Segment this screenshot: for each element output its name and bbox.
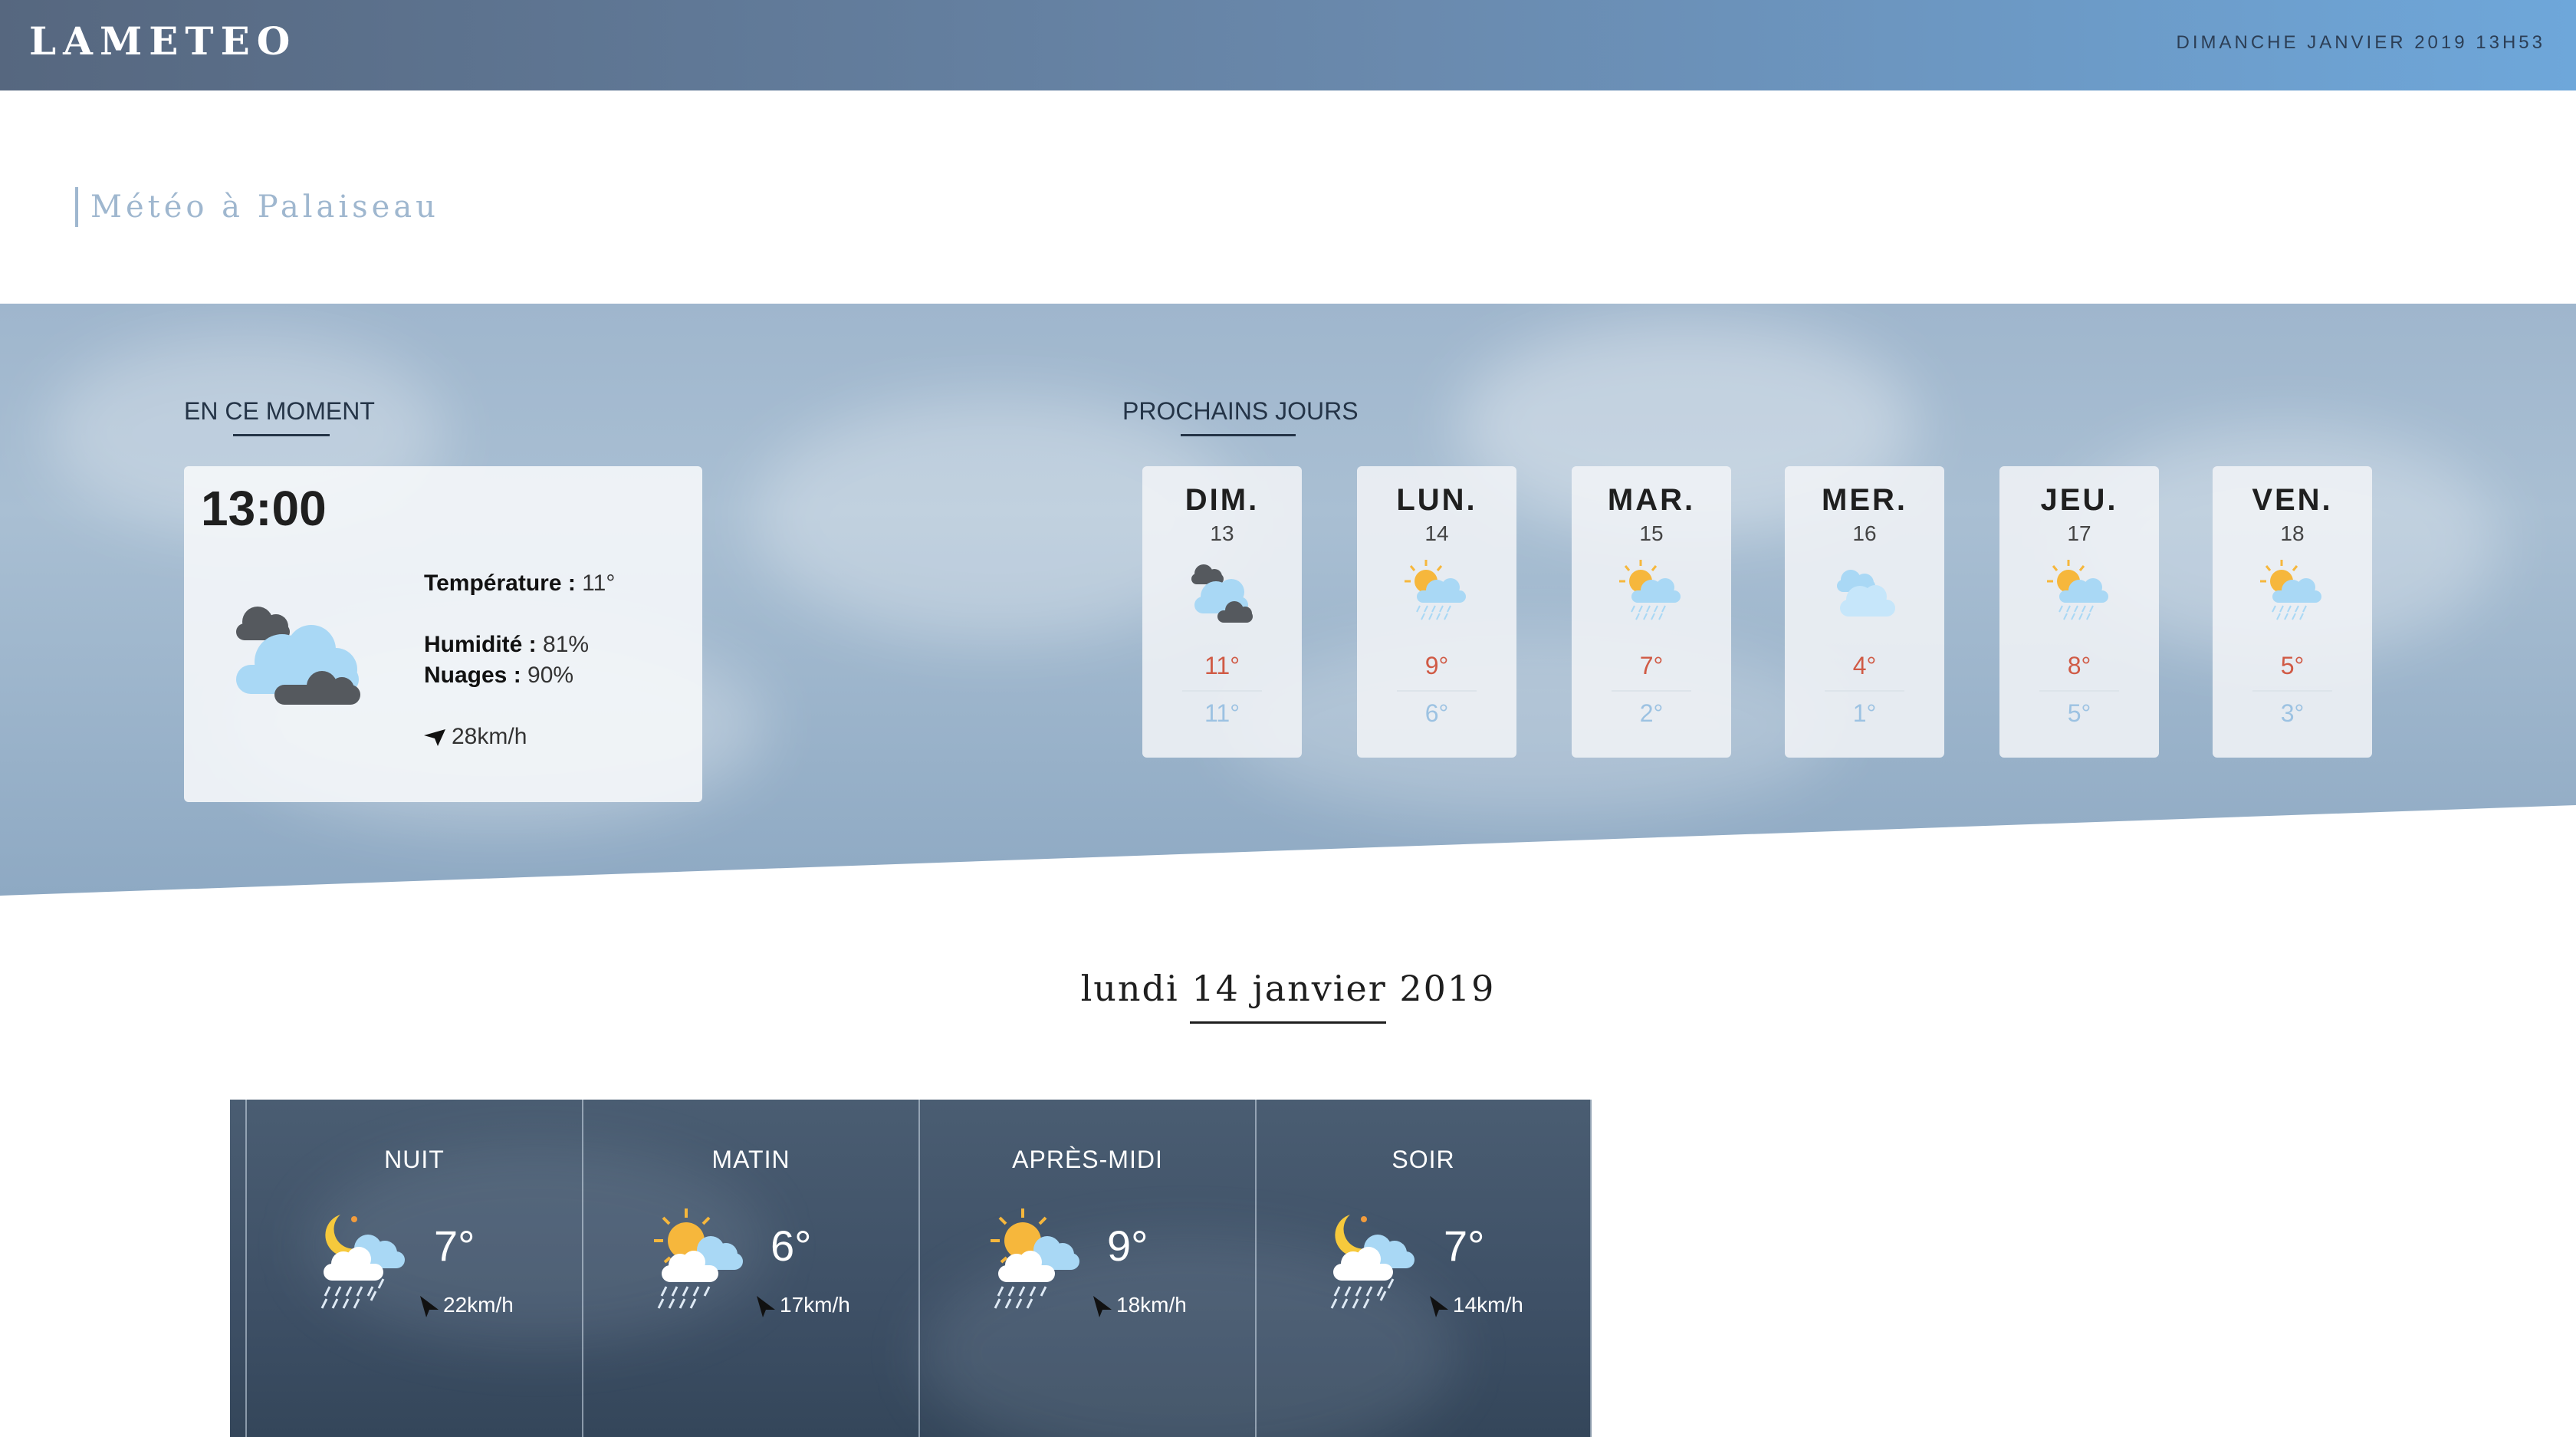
detail-date-underline (1190, 1021, 1386, 1024)
forecast-day-card[interactable]: MAR. 15 7° 2° (1572, 466, 1731, 758)
current-weather-card: 13:00 Température : 11° Humidité : 81% N… (184, 466, 702, 802)
moon-cloud-rain-icon (1330, 1215, 1414, 1309)
sun-cloud-rain-icon (2047, 560, 2108, 620)
day-max-temp: 11° (1204, 652, 1240, 679)
day-min-temp: 3° (2280, 699, 2305, 727)
day-name: MER. (1822, 483, 1907, 517)
divider (1397, 690, 1477, 692)
day-min-temp: 6° (1424, 699, 1449, 727)
period-column: APRÈS-MIDI 9° 18km/h (918, 1100, 1255, 1437)
current-time: 13:00 (201, 481, 327, 536)
wind-direction-icon (757, 1295, 775, 1317)
wind-direction-icon (1093, 1295, 1112, 1317)
forecast-section-title: PROCHAINS JOURS (1122, 397, 1359, 425)
cloudy-icon (1191, 564, 1253, 623)
forecast-section-underline (1181, 434, 1296, 436)
current-datetime: DIMANCHE JANVIER 2019 13H53 (2176, 32, 2545, 53)
day-number: 16 (1852, 521, 1877, 545)
period-temperature: 6° (770, 1222, 812, 1270)
divider (1612, 690, 1691, 692)
sun-cloud-rain-icon (654, 1208, 743, 1309)
wind-direction-icon (420, 1295, 439, 1317)
divider (1825, 690, 1904, 692)
period-column: NUIT 7° 22km/h (245, 1100, 582, 1437)
day-min-temp: 5° (2067, 699, 2091, 727)
clouds-label: Nuages : (424, 663, 521, 688)
period-name: MATIN (711, 1146, 790, 1173)
day-number: 17 (2067, 521, 2091, 545)
temperature-value: 11° (582, 571, 616, 596)
forecast-day-card[interactable]: VEN. 18 5° 3° (2213, 466, 2372, 758)
wind-direction-icon (1430, 1295, 1448, 1317)
day-max-temp: 8° (2067, 652, 2091, 679)
sun-cloud-rain-icon (2260, 560, 2321, 620)
period-wind-speed: 17km/h (780, 1293, 850, 1317)
period-wind-speed: 14km/h (1453, 1293, 1523, 1317)
detail-date-title: lundi 14 janvier 2019 (1080, 968, 1496, 1009)
period-column: MATIN 6° 17km/h (582, 1100, 918, 1437)
page-title: Météo à Palaiseau (75, 187, 439, 227)
day-max-temp: 9° (1424, 652, 1449, 679)
humidity-label: Humidité : (424, 632, 537, 657)
period-wind-speed: 22km/h (443, 1293, 514, 1317)
temperature-label: Température : (424, 571, 576, 596)
cloudy-icon (236, 607, 360, 705)
forecast-day-card[interactable]: DIM. 13 11° 11° (1142, 466, 1302, 758)
period-wind-speed: 18km/h (1116, 1293, 1187, 1317)
forecast-day-card[interactable]: MER. 16 4° 1° (1785, 466, 1944, 758)
day-number: 14 (1424, 521, 1449, 545)
app-logo[interactable]: LAMETEO (29, 18, 297, 64)
day-min-temp: 2° (1639, 699, 1664, 727)
period-temperature: 9° (1107, 1222, 1148, 1270)
day-name: DIM. (1184, 483, 1260, 517)
period-temperature: 7° (1444, 1222, 1485, 1270)
day-max-temp: 4° (1852, 652, 1877, 679)
day-number: 13 (1210, 521, 1234, 545)
period-name: APRÈS-MIDI (1012, 1146, 1163, 1173)
period-temperature: 7° (434, 1222, 475, 1270)
day-name: LUN. (1396, 483, 1477, 517)
period-name: SOIR (1392, 1146, 1455, 1173)
day-periods-panel: NUIT 7° 22km/h MATIN 6° 17km/h APRÈS-MID… (230, 1100, 1592, 1437)
forecast-day-card[interactable]: LUN. 14 9° 6° (1357, 466, 1516, 758)
light-cloud-icon (1837, 570, 1895, 617)
top-bar: LAMETEO DIMANCHE JANVIER 2019 13H53 (0, 0, 2576, 90)
day-name: VEN. (2252, 483, 2333, 517)
forecast-day-card[interactable]: JEU. 17 8° 5° (1999, 466, 2159, 758)
day-number: 18 (2280, 521, 2305, 545)
day-name: JEU. (2040, 483, 2118, 517)
sun-cloud-rain-icon (1405, 560, 1466, 620)
clouds-value: 90% (527, 663, 574, 688)
day-name: MAR. (1607, 483, 1696, 517)
day-max-temp: 5° (2280, 652, 2305, 679)
divider (2039, 690, 2119, 692)
day-min-temp: 11° (1204, 699, 1240, 727)
day-min-temp: 1° (1852, 699, 1877, 727)
wind-direction-icon (424, 729, 445, 747)
divider (2252, 690, 2332, 692)
divider (1182, 690, 1262, 692)
current-section-underline (233, 434, 330, 436)
day-max-temp: 7° (1639, 652, 1664, 679)
sun-cloud-rain-icon (1619, 560, 1681, 620)
moon-cloud-rain-icon (320, 1215, 405, 1309)
day-number: 15 (1639, 521, 1664, 545)
humidity-value: 81% (543, 632, 590, 657)
wind-speed: 28km/h (452, 724, 527, 749)
period-name: NUIT (384, 1146, 445, 1173)
sun-cloud-rain-icon (991, 1208, 1079, 1309)
current-section-title: EN CE MOMENT (184, 397, 375, 425)
period-column: SOIR 7° 14km/h (1255, 1100, 1592, 1437)
